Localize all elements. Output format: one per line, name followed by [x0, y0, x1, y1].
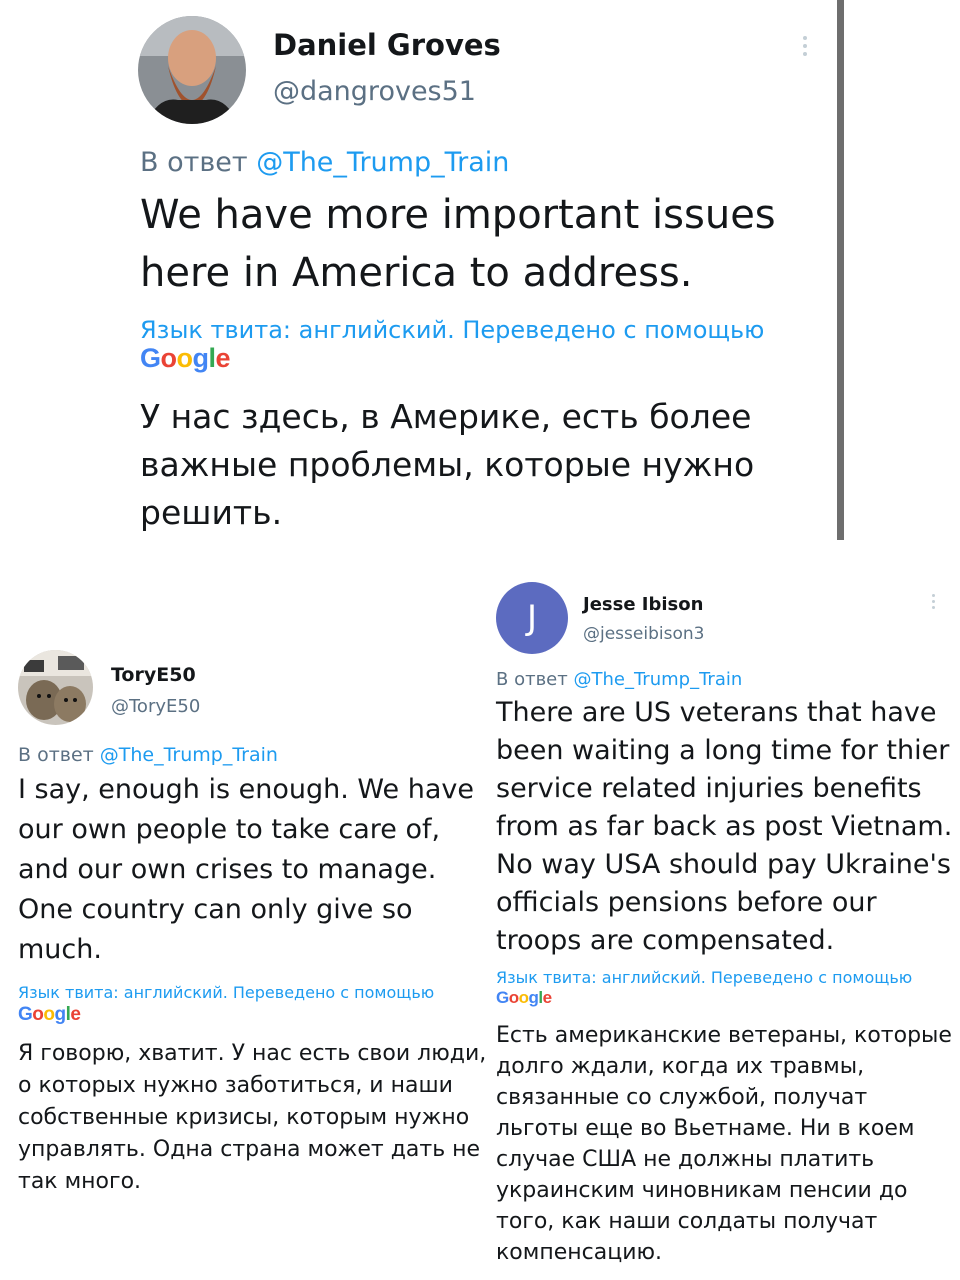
reply-mention-link[interactable]: @The_Trump_Train [573, 669, 742, 690]
tweet-text-original: We have more important issues here in Am… [140, 192, 776, 296]
author-name[interactable]: Daniel Groves [273, 28, 501, 62]
tweet-text-original: There are US veterans that have been wai… [496, 697, 953, 956]
author-handle[interactable]: @ToryE50 [111, 696, 200, 717]
google-logo: Google [140, 343, 231, 373]
more-options-icon[interactable] [802, 36, 808, 60]
author-name[interactable]: ToryE50 [111, 664, 196, 686]
tweet-text-translated: Есть американские ветераны, которые долг… [496, 1023, 952, 1265]
tweet-daniel-groves: Daniel Groves @dangroves51 В ответ @The_… [0, 0, 960, 545]
reply-context: В ответ @The_Trump_Train [140, 147, 509, 178]
divider [837, 0, 844, 540]
tweet-text-translated: Я говорю, хватит. У нас есть свои люди, … [18, 1041, 487, 1194]
avatar[interactable] [18, 650, 93, 725]
tweet-torye50: ToryE50 @ToryE50 В ответ @The_Trump_Trai… [0, 640, 490, 1240]
cats-avatar-icon [18, 650, 93, 725]
reply-mention-link[interactable]: @The_Trump_Train [100, 744, 278, 766]
author-name[interactable]: Jesse Ibison [583, 594, 703, 615]
google-logo: Google [496, 988, 552, 1007]
translation-note[interactable]: Язык твита: английский. Переведено с пом… [18, 983, 434, 1002]
translation-note[interactable]: Язык твита: английский. Переведено с пом… [140, 316, 764, 344]
tweet-jesse-ibison: J Jesse Ibison @jesseibison3 В ответ @Th… [490, 580, 960, 1265]
avatar[interactable] [138, 16, 246, 124]
reply-mention-link[interactable]: @The_Trump_Train [256, 147, 509, 178]
reply-prefix: В ответ [18, 744, 94, 766]
author-handle[interactable]: @dangroves51 [273, 76, 476, 107]
avatar-letter: J [526, 598, 538, 638]
translation-note[interactable]: Язык твита: английский. Переведено с пом… [496, 968, 912, 987]
avatar[interactable]: J [496, 582, 568, 654]
tweet-text-original: I say, enough is enough. We have our own… [18, 774, 474, 965]
google-logo: Google [18, 1004, 81, 1025]
reply-context: В ответ @The_Trump_Train [18, 744, 278, 766]
more-options-icon[interactable] [930, 594, 936, 612]
bearded-man-avatar-icon [138, 16, 246, 124]
reply-prefix: В ответ [140, 147, 248, 178]
reply-context: В ответ @The_Trump_Train [496, 669, 742, 690]
tweet-text-translated: У нас здесь, в Америке, есть более важны… [140, 397, 755, 532]
author-handle[interactable]: @jesseibison3 [583, 624, 704, 644]
reply-prefix: В ответ [496, 669, 568, 690]
